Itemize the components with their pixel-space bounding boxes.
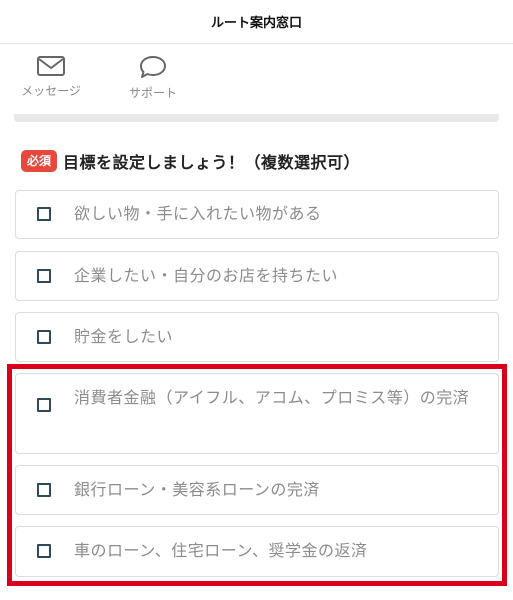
option-label: 貯金をしたい	[74, 327, 174, 346]
tab-message[interactable]: メッセージ	[6, 54, 96, 99]
option-label: 銀行ローン・美容系ローンの完済	[74, 480, 320, 499]
option-label: 企業したい・自分のお店を持ちたい	[74, 266, 339, 285]
option-item[interactable]: 貯金をしたい	[15, 312, 499, 362]
option-label: 消費者金融（アイフル、アコム、プロミス等）の完済	[74, 388, 470, 407]
option-item[interactable]: 欲しい物・手に入れたい物がある	[15, 190, 499, 239]
chat-bubble-icon	[138, 54, 168, 80]
required-badge: 必須	[21, 150, 58, 172]
option-label: 車のローン、住宅ローン、奨学金の返済	[74, 541, 368, 560]
option-checkbox[interactable]	[37, 544, 51, 558]
option-checkbox[interactable]	[37, 269, 51, 283]
option-label: 欲しい物・手に入れたい物がある	[74, 204, 322, 223]
tab-support[interactable]: サポート	[108, 54, 198, 101]
option-checkbox[interactable]	[37, 398, 51, 412]
option-checkbox[interactable]	[37, 207, 51, 221]
tab-support-label: サポート	[128, 86, 177, 100]
option-item[interactable]: 車のローン、住宅ローン、奨学金の返済	[15, 526, 499, 577]
mail-icon	[36, 54, 66, 78]
option-item[interactable]: 企業したい・自分のお店を持ちたい	[15, 251, 499, 301]
option-checkbox[interactable]	[37, 483, 51, 497]
option-item[interactable]: 銀行ローン・美容系ローンの完済	[15, 465, 499, 515]
option-checkbox[interactable]	[37, 330, 51, 344]
section-divider	[14, 114, 499, 122]
tab-bar: メッセージ サポート	[0, 44, 513, 114]
question-title: 目標を設定しましょう！（複数選択可）	[63, 153, 361, 172]
app-header: ルート案内窓口	[0, 0, 513, 44]
tab-message-label: メッセージ	[21, 84, 81, 98]
question-header: 必須 目標を設定しましょう！（複数選択可）	[21, 149, 360, 173]
option-item[interactable]: 消費者金融（アイフル、アコム、プロミス等）の完済	[15, 373, 499, 454]
page-title: ルート案内窓口	[210, 16, 302, 31]
